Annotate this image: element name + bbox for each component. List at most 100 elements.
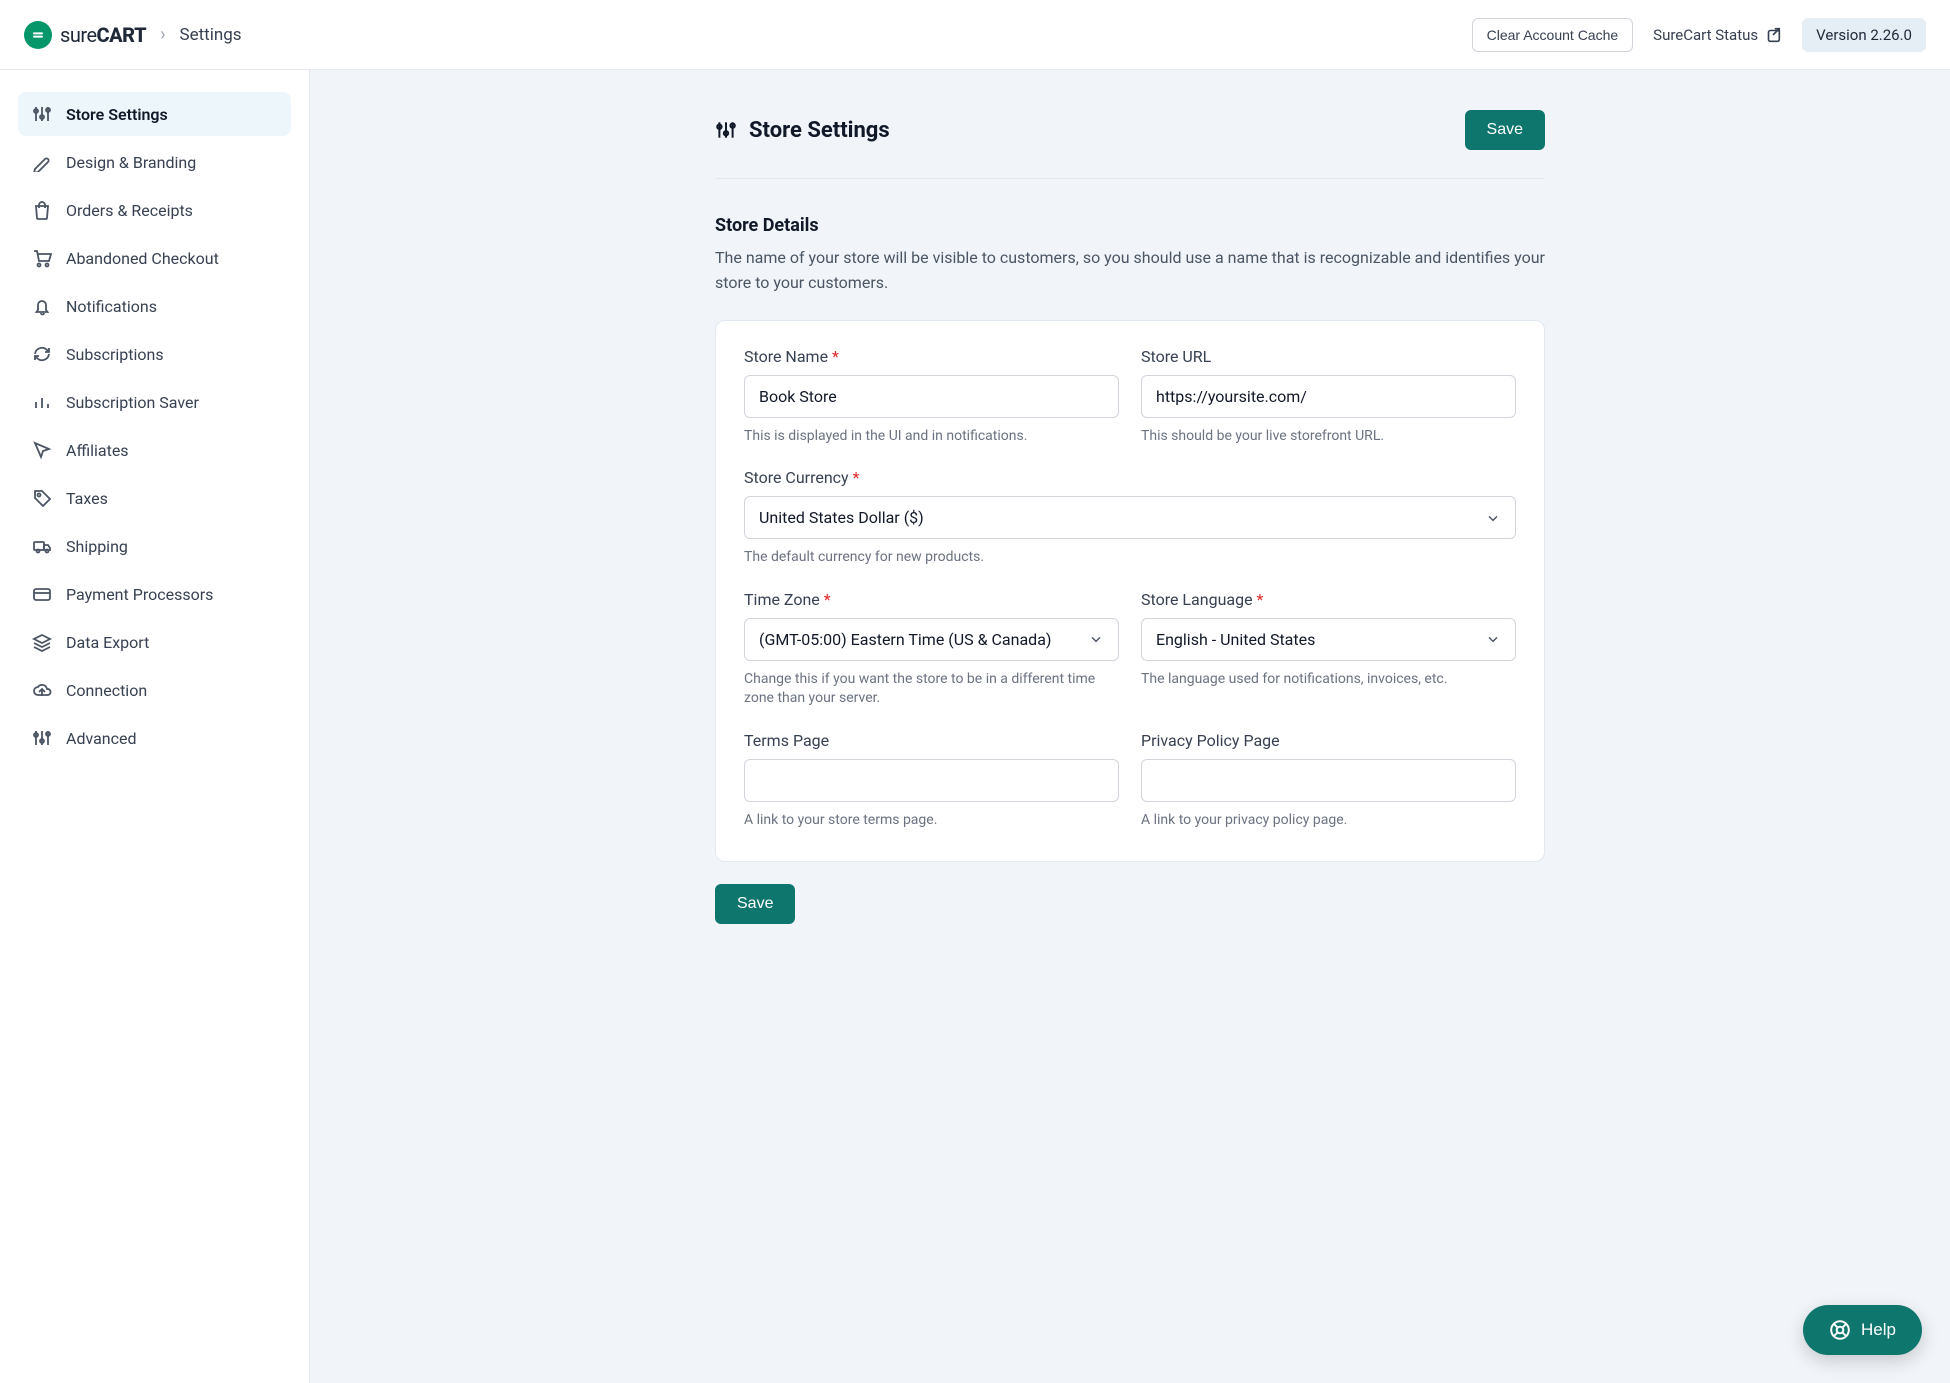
- sliders-icon: [32, 104, 52, 124]
- terms-field: Terms Page A link to your store terms pa…: [744, 731, 1119, 831]
- section-description: The name of your store will be visible t…: [715, 246, 1545, 296]
- sidebar-item-data-export[interactable]: Data Export: [18, 620, 291, 664]
- timezone-hint: Change this if you want the store to be …: [744, 670, 1119, 709]
- brand-logo[interactable]: sureCART: [24, 21, 146, 49]
- store-name-field: Store Name * This is displayed in the UI…: [744, 347, 1119, 447]
- sidebar-item-subscription-saver[interactable]: Subscription Saver: [18, 380, 291, 424]
- sidebar-item-label: Advanced: [66, 729, 137, 748]
- sidebar-item-subscriptions[interactable]: Subscriptions: [18, 332, 291, 376]
- store-details-card: Store Name * This is displayed in the UI…: [715, 320, 1545, 862]
- page-title: Store Settings: [715, 118, 890, 143]
- truck-icon: [32, 536, 52, 556]
- brand-text: sureCART: [60, 23, 146, 47]
- cloud-icon: [32, 680, 52, 700]
- store-url-field: Store URL This should be your live store…: [1141, 347, 1516, 447]
- breadcrumb-separator-icon: ›: [160, 24, 165, 45]
- privacy-field: Privacy Policy Page A link to your priva…: [1141, 731, 1516, 831]
- sidebar-item-notifications[interactable]: Notifications: [18, 284, 291, 328]
- sidebar-item-label: Store Settings: [66, 105, 168, 124]
- currency-label: Store Currency *: [744, 468, 1516, 487]
- save-button-bottom[interactable]: Save: [715, 884, 795, 924]
- lifebuoy-icon: [1829, 1319, 1851, 1341]
- language-select[interactable]: English - United States: [1141, 618, 1516, 661]
- language-value: English - United States: [1156, 630, 1315, 649]
- store-name-hint: This is displayed in the UI and in notif…: [744, 427, 1119, 447]
- sidebar-item-label: Payment Processors: [66, 585, 213, 604]
- privacy-input[interactable]: [1141, 759, 1516, 802]
- topbar-actions: Clear Account Cache SureCart Status Vers…: [1472, 18, 1926, 52]
- language-label: Store Language *: [1141, 590, 1516, 609]
- stack-icon: [32, 632, 52, 652]
- sidebar-item-label: Notifications: [66, 297, 157, 316]
- help-label: Help: [1861, 1320, 1896, 1340]
- store-url-input[interactable]: [1141, 375, 1516, 418]
- sidebar-item-payment-processors[interactable]: Payment Processors: [18, 572, 291, 616]
- chevron-down-icon: [1485, 631, 1501, 647]
- store-url-hint: This should be your live storefront URL.: [1141, 427, 1516, 447]
- currency-hint: The default currency for new products.: [744, 548, 1516, 568]
- store-details-section: Store Details The name of your store wil…: [715, 215, 1545, 924]
- topbar: sureCART › Settings Clear Account Cache …: [0, 0, 1950, 70]
- sliders-icon: [715, 119, 737, 141]
- bars-icon: [32, 392, 52, 412]
- terms-hint: A link to your store terms page.: [744, 811, 1119, 831]
- version-badge: Version 2.26.0: [1802, 18, 1926, 52]
- cursor-icon: [32, 440, 52, 460]
- sidebar-item-orders-receipts[interactable]: Orders & Receipts: [18, 188, 291, 232]
- logo-mark-icon: [24, 21, 52, 49]
- sidebar-item-label: Connection: [66, 681, 147, 700]
- external-link-icon: [1764, 26, 1782, 44]
- store-name-label: Store Name *: [744, 347, 1119, 366]
- sidebar-item-label: Data Export: [66, 633, 149, 652]
- sidebar-item-label: Abandoned Checkout: [66, 249, 219, 268]
- sidebar-item-label: Orders & Receipts: [66, 201, 193, 220]
- timezone-label: Time Zone *: [744, 590, 1119, 609]
- sidebar-item-taxes[interactable]: Taxes: [18, 476, 291, 520]
- page-title-text: Store Settings: [749, 118, 890, 143]
- sidebar-item-label: Taxes: [66, 489, 108, 508]
- chevron-down-icon: [1485, 510, 1501, 526]
- sliders-icon: [32, 728, 52, 748]
- sidebar-item-label: Design & Branding: [66, 153, 196, 172]
- store-name-input[interactable]: [744, 375, 1119, 418]
- terms-label: Terms Page: [744, 731, 1119, 750]
- pen-icon: [32, 152, 52, 172]
- clear-cache-button[interactable]: Clear Account Cache: [1472, 18, 1634, 52]
- store-url-label: Store URL: [1141, 347, 1516, 366]
- sidebar-item-affiliates[interactable]: Affiliates: [18, 428, 291, 472]
- status-link[interactable]: SureCart Status: [1653, 26, 1782, 44]
- help-button[interactable]: Help: [1803, 1305, 1922, 1355]
- currency-value: United States Dollar ($): [759, 508, 924, 527]
- currency-field: Store Currency * United States Dollar ($…: [744, 468, 1516, 568]
- sidebar-item-label: Subscription Saver: [66, 393, 199, 412]
- sidebar-item-shipping[interactable]: Shipping: [18, 524, 291, 568]
- save-button[interactable]: Save: [1465, 110, 1545, 150]
- sidebar-item-design-branding[interactable]: Design & Branding: [18, 140, 291, 184]
- privacy-label: Privacy Policy Page: [1141, 731, 1516, 750]
- terms-input[interactable]: [744, 759, 1119, 802]
- breadcrumb-current: Settings: [180, 25, 242, 45]
- timezone-select[interactable]: (GMT-05:00) Eastern Time (US & Canada): [744, 618, 1119, 661]
- bell-icon: [32, 296, 52, 316]
- privacy-hint: A link to your privacy policy page.: [1141, 811, 1516, 831]
- sidebar-item-advanced[interactable]: Advanced: [18, 716, 291, 760]
- language-hint: The language used for notifications, inv…: [1141, 670, 1516, 690]
- sidebar-item-label: Affiliates: [66, 441, 129, 460]
- sidebar-item-store-settings[interactable]: Store Settings: [18, 92, 291, 136]
- sidebar-item-abandoned-checkout[interactable]: Abandoned Checkout: [18, 236, 291, 280]
- tag-icon: [32, 488, 52, 508]
- refresh-icon: [32, 344, 52, 364]
- settings-sidebar: Store Settings Design & Branding Orders & …: [0, 70, 310, 1383]
- sidebar-item-connection[interactable]: Connection: [18, 668, 291, 712]
- card-icon: [32, 584, 52, 604]
- page-header: Store Settings Save: [715, 110, 1545, 179]
- currency-select[interactable]: United States Dollar ($): [744, 496, 1516, 539]
- timezone-value: (GMT-05:00) Eastern Time (US & Canada): [759, 630, 1051, 649]
- section-title: Store Details: [715, 215, 1545, 236]
- timezone-field: Time Zone * (GMT-05:00) Eastern Time (US…: [744, 590, 1119, 709]
- sidebar-item-label: Shipping: [66, 537, 128, 556]
- chevron-down-icon: [1088, 631, 1104, 647]
- status-link-label: SureCart Status: [1653, 26, 1758, 44]
- cart-icon: [32, 248, 52, 268]
- main-content: Store Settings Save Store Details The na…: [310, 70, 1950, 1383]
